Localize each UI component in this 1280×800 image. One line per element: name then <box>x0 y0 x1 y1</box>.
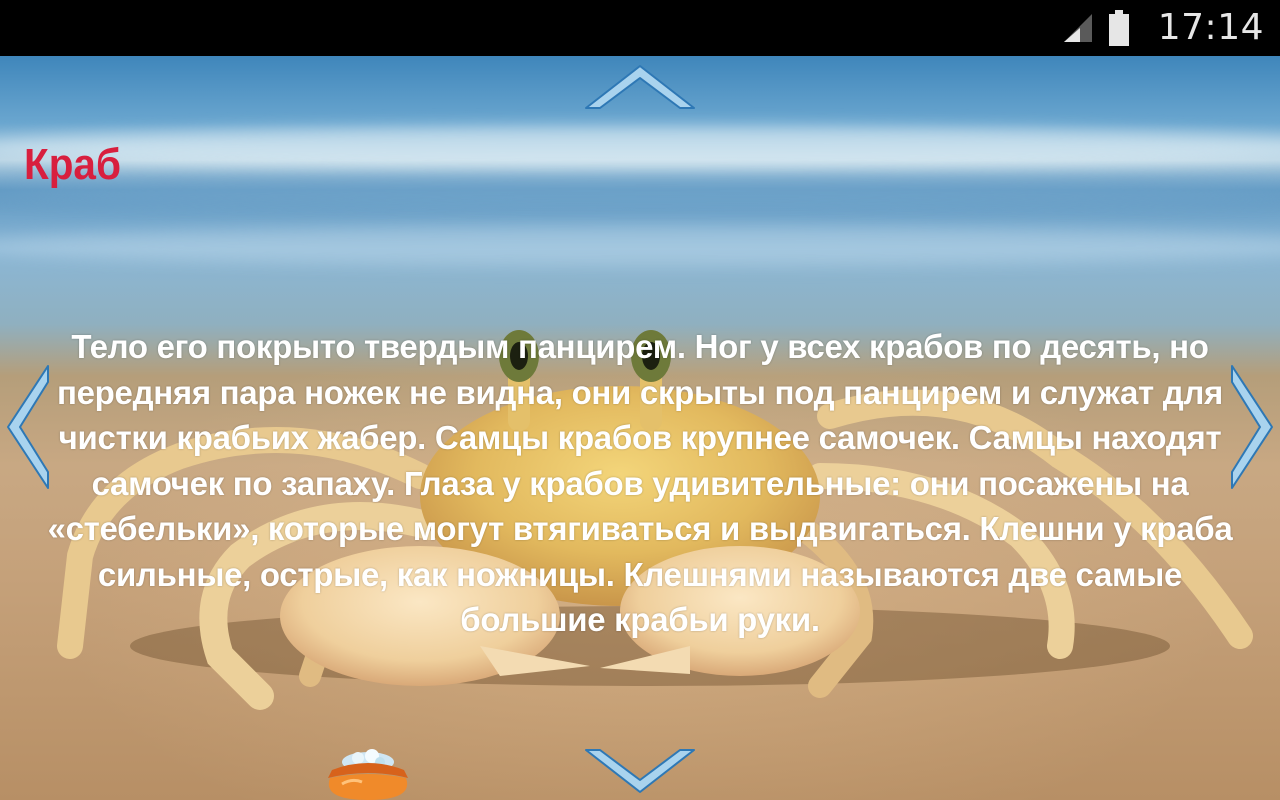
battery-icon <box>1109 10 1129 46</box>
page-title: Краб <box>24 140 121 189</box>
honey-pot-icon[interactable] <box>322 748 414 800</box>
chevron-left-icon[interactable] <box>6 364 50 490</box>
chevron-up-icon[interactable] <box>584 64 696 110</box>
chevron-right-icon[interactable] <box>1230 364 1274 490</box>
content-screen: Краб Тело его покрыто твердым панцирем. … <box>0 56 1280 800</box>
status-clock: 17:14 <box>1157 7 1264 48</box>
status-bar: 17:14 <box>0 0 1280 56</box>
signal-icon <box>1064 14 1092 42</box>
status-icons <box>1062 10 1130 46</box>
article-text: Тело его покрыто твердым панцирем. Ног у… <box>47 328 1233 638</box>
chevron-down-icon[interactable] <box>584 748 696 794</box>
